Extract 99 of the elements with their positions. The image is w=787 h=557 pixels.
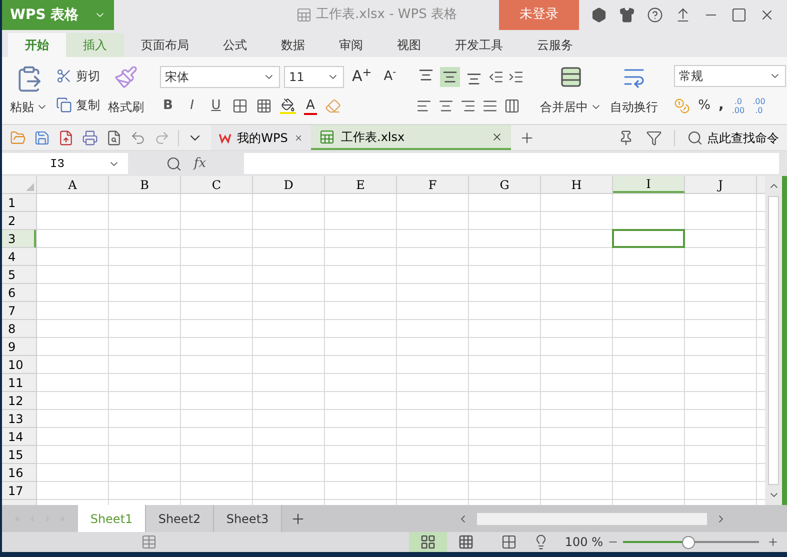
row-header[interactable]: 4 xyxy=(2,248,36,266)
row-header[interactable]: 17 xyxy=(2,482,36,500)
zoom-formula-icon[interactable] xyxy=(166,156,182,172)
format-painter-button[interactable]: 格式刷 xyxy=(108,61,144,120)
maximize-icon[interactable] xyxy=(731,7,747,23)
row-header[interactable]: 3 xyxy=(2,230,36,248)
copy-button[interactable]: 复制 xyxy=(56,96,100,114)
filter-icon[interactable] xyxy=(646,130,662,146)
row-header[interactable]: 1 xyxy=(2,194,36,212)
search-icon[interactable] xyxy=(687,130,703,146)
document-tab[interactable]: 工作表.xlsx xyxy=(311,125,511,150)
row-header[interactable]: 14 xyxy=(2,428,36,446)
spreadsheet-icon xyxy=(319,128,335,144)
preview-icon[interactable] xyxy=(106,130,122,146)
row-header[interactable]: 12 xyxy=(2,392,36,410)
zoom-in-icon[interactable] xyxy=(767,536,779,548)
print-icon[interactable] xyxy=(82,130,98,146)
font-style-button[interactable]: I xyxy=(184,96,200,116)
font-style-button[interactable]: B xyxy=(160,96,176,116)
grid-icon[interactable] xyxy=(256,98,272,114)
paint-bucket-icon[interactable] xyxy=(280,98,296,114)
decrease-decimal-button[interactable]: .00 .0 xyxy=(752,96,766,114)
grow-font-button[interactable]: A$^{+}$ xyxy=(348,65,376,88)
formula-input[interactable] xyxy=(244,153,779,174)
row-header[interactable]: 8 xyxy=(2,320,36,338)
column-header[interactable]: E xyxy=(325,176,397,193)
cell-info-icon xyxy=(141,534,157,550)
page-break-view-icon[interactable] xyxy=(458,534,474,550)
upload-icon[interactable] xyxy=(675,7,691,23)
column-header[interactable]: G xyxy=(469,176,541,193)
shirt-icon[interactable] xyxy=(619,7,635,23)
column-header[interactable]: F xyxy=(397,176,469,193)
ribbon-tab[interactable]: 审阅 xyxy=(322,33,380,57)
ribbon-tab[interactable]: 视图 xyxy=(380,33,438,57)
font-style-button[interactable]: U xyxy=(208,96,224,116)
comma-style-button[interactable]: , xyxy=(718,95,724,116)
row-header[interactable]: 15 xyxy=(2,446,36,464)
sheet-tab[interactable]: Sheet3 xyxy=(214,505,282,532)
borders-icon[interactable] xyxy=(232,98,248,114)
logo-icon xyxy=(219,132,232,144)
scissors-icon[interactable] xyxy=(56,68,72,84)
row-header[interactable]: 7 xyxy=(2,302,36,320)
close-icon[interactable] xyxy=(491,130,503,142)
pin-icon[interactable] xyxy=(618,130,634,146)
ribbon-tab[interactable]: 开发工具 xyxy=(438,33,520,57)
help-icon[interactable] xyxy=(647,7,663,23)
save-icon[interactable] xyxy=(34,130,50,146)
ribbon-tab[interactable]: 开始 xyxy=(8,33,66,57)
ribbon-tab[interactable]: 数据 xyxy=(264,33,322,57)
zoom-level: 100 % xyxy=(564,534,603,551)
window-title: 工作表.xlsx - WPS 表格 xyxy=(316,6,457,24)
freeze-panes-icon[interactable] xyxy=(500,534,517,550)
undo-icon[interactable] xyxy=(130,130,146,146)
wrap-text-button[interactable]: 自动换行 xyxy=(610,57,658,124)
shrink-font-button[interactable]: A$^{-}$ xyxy=(380,66,400,86)
row-header[interactable]: 9 xyxy=(2,338,36,356)
vertical-scrollbar[interactable] xyxy=(765,176,782,505)
ribbon-tab[interactable]: 云服务 xyxy=(520,33,590,57)
cut-button[interactable]: 剪切 xyxy=(56,66,100,85)
hexagon-icon[interactable] xyxy=(591,7,607,23)
column-header[interactable]: J xyxy=(685,176,757,193)
row-header[interactable]: 6 xyxy=(2,284,36,302)
view-mode-button[interactable] xyxy=(408,532,447,552)
percent-button[interactable]: % xyxy=(698,96,710,116)
horizontal-scrollbar[interactable] xyxy=(477,512,707,524)
grid-view-icon[interactable] xyxy=(420,534,436,550)
copy-icon[interactable] xyxy=(56,97,72,114)
row-header[interactable]: 11 xyxy=(2,374,36,392)
font-size-field[interactable]: 11 xyxy=(284,66,344,88)
command-search-button[interactable]: 点此查找命令 xyxy=(687,128,779,146)
ribbon-tab[interactable]: 页面布局 xyxy=(124,33,206,57)
export-icon[interactable] xyxy=(58,130,74,146)
column-header[interactable]: C xyxy=(181,176,253,193)
column-header[interactable]: D xyxy=(253,176,325,193)
active-cell[interactable] xyxy=(612,229,685,248)
row-header[interactable]: 5 xyxy=(2,266,36,284)
document-tab[interactable]: 我的WPS xyxy=(211,125,311,150)
row-header[interactable]: 16 xyxy=(2,464,36,482)
column-header[interactable]: A xyxy=(37,176,109,193)
paste-button[interactable]: 粘贴 xyxy=(10,61,48,120)
document-icon xyxy=(296,7,312,23)
column-header[interactable]: I xyxy=(613,176,685,193)
scroll-thumb[interactable] xyxy=(768,196,779,485)
font-name-field[interactable]: 宋体 xyxy=(160,66,280,88)
function-button[interactable]: fx xyxy=(194,154,206,174)
column-header[interactable]: B xyxy=(109,176,181,193)
font-color-button[interactable]: A xyxy=(304,98,317,114)
number-format-field[interactable]: 常规 xyxy=(674,65,786,87)
row-header[interactable]: 13 xyxy=(2,410,36,428)
vertical-align-button[interactable] xyxy=(440,66,460,87)
distribute-icon[interactable] xyxy=(504,98,520,114)
ribbon-tab[interactable]: 公式 xyxy=(206,33,264,57)
increase-decimal-button[interactable]: .0 .00 xyxy=(732,96,745,114)
row-header[interactable]: 10 xyxy=(2,356,36,374)
merge-center-button[interactable]: 合并居中 xyxy=(540,57,602,124)
cell-grid[interactable] xyxy=(37,194,765,505)
name-box[interactable]: I3 xyxy=(2,153,128,174)
sheet-tab[interactable]: Sheet2 xyxy=(146,505,214,532)
zoom-slider[interactable] xyxy=(623,535,759,549)
